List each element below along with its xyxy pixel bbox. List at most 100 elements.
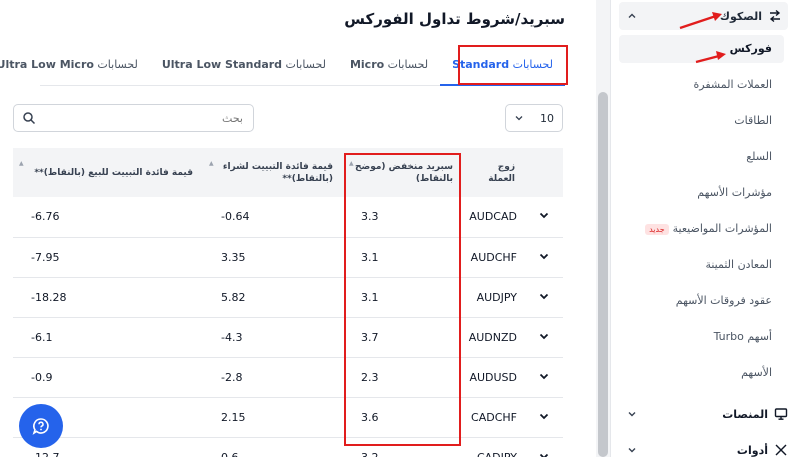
sidebar-item-label: الأسهم: [741, 366, 772, 379]
cell-pair: AUDJPY: [463, 277, 525, 318]
chevron-down-icon[interactable]: [538, 330, 550, 342]
row-expand-cell[interactable]: [525, 397, 563, 438]
sidebar-item-label: مؤشرات الأسهم: [697, 186, 772, 199]
header-sell-label: قيمة فائدة التبييت للبيع (بالنقاط)**: [34, 167, 193, 178]
chevron-down-icon[interactable]: [538, 450, 550, 457]
sidebar-section-platforms[interactable]: المنصات: [619, 402, 788, 426]
page-title: سبريد/شروط تداول الفوركس: [344, 10, 565, 28]
cell-sell-swap: 7.95-: [13, 237, 203, 278]
sidebar-item-share-cfds[interactable]: عقود فروقات الأسهم: [676, 294, 772, 307]
scrollbar-thumb[interactable]: [598, 92, 608, 457]
row-expand-cell[interactable]: [525, 237, 563, 278]
sidebar-item-label: المؤشرات المواضيعية: [672, 222, 772, 235]
chevron-down-icon: [515, 116, 523, 121]
cell-sell-swap: 18.28-: [13, 277, 203, 318]
cell-buy-swap: 5.82: [203, 277, 343, 318]
chevron-down-icon: [628, 412, 636, 417]
monitor-icon: [774, 408, 788, 420]
main-content: سبريد/شروط تداول الفوركس لحسابات Standar…: [0, 0, 595, 457]
cell-spread: 3.1: [343, 237, 463, 278]
row-expand-cell[interactable]: [525, 317, 563, 358]
chevron-down-icon[interactable]: [538, 410, 550, 422]
sidebar-item-label: السلع: [746, 150, 772, 163]
sidebar-section-instruments[interactable]: الصكوك: [619, 2, 788, 30]
tab-prefix: لحسابات: [282, 57, 326, 71]
cell-buy-swap: 4.3-: [203, 317, 343, 358]
search-box: [13, 104, 254, 132]
cell-sell-swap: 6.76-: [13, 197, 203, 238]
table-row[interactable]: AUDNZD 3.7 4.3- 6.1-: [13, 317, 563, 358]
header-sell-swap[interactable]: قيمة فائدة التبييت للبيع (بالنقاط)** ▲: [13, 148, 203, 197]
sidebar: الصكوك فوركس العملات المشفرة الطاقات الس…: [610, 0, 792, 457]
tab-prefix: لحسابات: [384, 57, 429, 71]
chevron-down-icon[interactable]: [538, 290, 550, 302]
table-header-row: زوج العملة سبريد منخفض (موضح بالنقاط) ▲ ق…: [13, 148, 563, 197]
cell-buy-swap: 0.6: [203, 437, 343, 457]
sidebar-item-label: المعادن الثمينة: [705, 258, 772, 271]
sidebar-item-commodities[interactable]: السلع: [746, 150, 772, 163]
chevron-down-icon[interactable]: [538, 370, 550, 382]
sidebar-head-label: الصكوك: [719, 9, 762, 23]
cell-pair: AUDUSD: [463, 357, 525, 398]
account-tabs: لحسابات Standard لحسابات Micro لحسابات U…: [0, 44, 565, 86]
chevron-down-icon[interactable]: [538, 209, 550, 221]
cell-spread: 3.1: [343, 277, 463, 318]
header-buy-label: قيمة فائدة التبييت لشراء (بالنقاط)**: [222, 161, 333, 184]
table-row[interactable]: CADJPY 3.2 0.6 12.7-: [13, 437, 563, 457]
header-buy-swap[interactable]: قيمة فائدة التبييت لشراء (بالنقاط)** ▲: [203, 148, 343, 197]
chat-question-icon: [32, 418, 49, 435]
tab-name: Micro: [349, 57, 385, 71]
tab-ultra-low-standard[interactable]: لحسابات Ultra Low Standard: [150, 44, 338, 86]
sidebar-item-label: أسهم Turbo: [713, 330, 772, 343]
sidebar-item-precious-metals[interactable]: المعادن الثمينة: [705, 258, 772, 271]
spread-table: زوج العملة سبريد منخفض (موضح بالنقاط) ▲ ق…: [13, 148, 563, 457]
table-row[interactable]: CADCHF3.62.157.05-: [13, 397, 563, 438]
page-scrollbar[interactable]: [596, 0, 610, 457]
chevron-down-icon[interactable]: [538, 250, 550, 262]
sidebar-section-label: أدوات: [736, 443, 768, 457]
cell-buy-swap: 2.15: [203, 397, 343, 438]
tab-prefix: لحسابات: [93, 57, 138, 71]
cell-spread: 3.7: [343, 317, 463, 358]
tab-ultra-low-micro[interactable]: لحسابات Ultra Low Micro: [0, 44, 150, 86]
table-row[interactable]: AUDUSD 2.3 2.8- 0.9-: [13, 357, 563, 398]
tab-standard[interactable]: لحسابات Standard: [440, 44, 565, 86]
sidebar-item-energies[interactable]: الطاقات: [734, 114, 772, 127]
cell-pair: CADJPY: [463, 437, 525, 457]
sidebar-item-label: العملات المشفرة: [693, 78, 772, 91]
cell-buy-swap: 0.64-: [203, 197, 343, 238]
swap-arrows-icon: [769, 9, 781, 23]
sidebar-item-stocks[interactable]: الأسهم: [741, 366, 772, 379]
tab-name: Ultra Low Standard: [161, 57, 283, 71]
help-chat-button[interactable]: [19, 404, 63, 448]
table-row[interactable]: AUDCAD 3.3 0.64- 6.76-: [13, 197, 563, 238]
page-size-value: 10: [540, 111, 554, 125]
tab-micro[interactable]: لحسابات Micro: [338, 44, 440, 86]
cell-buy-swap: 3.35: [203, 237, 343, 278]
tools-icon: [775, 444, 787, 456]
search-icon[interactable]: [22, 111, 36, 125]
cell-pair: CADCHF: [463, 397, 525, 438]
page-size-select[interactable]: 10: [505, 104, 563, 132]
sidebar-section-tools[interactable]: أدوات: [619, 438, 788, 457]
row-expand-cell[interactable]: [525, 357, 563, 398]
header-pair[interactable]: زوج العملة: [463, 148, 525, 197]
table-row[interactable]: AUDJPY 3.1 5.82 18.28-: [13, 277, 563, 318]
sidebar-item-label: عقود فروقات الأسهم: [675, 294, 772, 307]
row-expand-cell[interactable]: [525, 197, 563, 238]
cell-sell-swap: 0.9-: [13, 357, 203, 398]
sidebar-item-indices[interactable]: مؤشرات الأسهم: [697, 186, 772, 199]
search-input[interactable]: [43, 105, 243, 131]
table-controls: 10: [13, 104, 563, 132]
row-expand-cell[interactable]: [525, 437, 563, 457]
sidebar-section-label: المنصات: [722, 407, 768, 421]
cell-spread: 2.3: [343, 357, 463, 398]
row-expand-cell[interactable]: [525, 277, 563, 318]
header-spread[interactable]: سبريد منخفض (موضح بالنقاط) ▲: [343, 148, 463, 197]
table-row[interactable]: AUDCHF 3.1 3.35 7.95-: [13, 237, 563, 278]
cell-spread: 3.3: [343, 197, 463, 238]
sidebar-item-turbo-stocks[interactable]: أسهم Turbo: [714, 330, 772, 343]
sidebar-item-forex[interactable]: فوركس: [619, 35, 784, 63]
sidebar-item-crypto[interactable]: العملات المشفرة: [694, 78, 772, 91]
sidebar-item-thematic-indices[interactable]: المؤشرات المواضيعيةجديد: [645, 222, 772, 235]
